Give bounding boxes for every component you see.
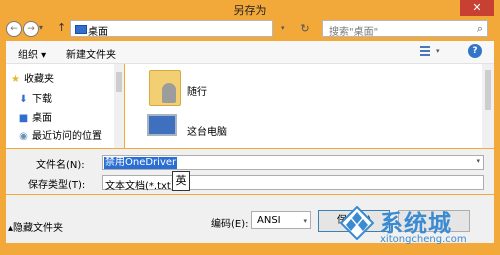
new-folder-button[interactable]: 新建文件夹	[66, 46, 116, 61]
command-bar: 组织 ▾ 新建文件夹 ▾ ?	[6, 41, 494, 64]
address-path: 桌面	[88, 27, 108, 38]
encoding-value: ANSI	[257, 215, 281, 226]
sidebar-item-recent-places[interactable]: ◉ 最近访问的位置	[18, 127, 102, 142]
download-icon: ⬇	[19, 94, 28, 105]
navigation-bar: ← → ▾ ↑ 桌面 ▾ ↻ 搜索"桌面" ⌕	[0, 17, 500, 40]
filename-input[interactable]: 禁用OneDriver ▾	[102, 155, 484, 170]
filetype-value: 文本文档(*.txt)	[105, 181, 175, 192]
person-icon	[162, 83, 176, 103]
encoding-select[interactable]: ANSI ▾	[251, 211, 311, 229]
filename-label: 文件名(N):	[36, 160, 85, 171]
list-item[interactable]: 这台电脑	[125, 108, 482, 152]
sidebar-item-downloads[interactable]: ⬇ 下载	[18, 90, 52, 105]
file-list: 随行 这台电脑	[125, 64, 482, 148]
search-placeholder: 搜索"桌面"	[329, 27, 379, 38]
navigation-scrollbar[interactable]	[114, 64, 124, 148]
watermark-text: 系统城	[380, 211, 452, 237]
desktop-icon: ■	[18, 113, 29, 124]
help-icon[interactable]: ?	[468, 44, 482, 58]
hide-folders-toggle[interactable]: ▴隐藏文件夹	[8, 219, 63, 234]
encoding-dropdown-icon: ▾	[303, 217, 307, 225]
filetype-label: 保存类型(T):	[28, 180, 86, 191]
organize-button[interactable]: 组织 ▾	[18, 46, 46, 61]
back-button[interactable]: ←	[6, 21, 22, 37]
file-name: 这台电脑	[187, 127, 227, 138]
scrollbar-thumb[interactable]	[485, 70, 491, 110]
sidebar-item-label: 最近访问的位置	[32, 131, 102, 142]
recent-places-icon: ◉	[19, 131, 28, 142]
address-bar[interactable]: 桌面	[70, 20, 273, 38]
save-form: 文件名(N): 禁用OneDriver ▾ 保存类型(T): 文本文档(*.tx…	[6, 149, 494, 194]
up-arrow-icon[interactable]: ↑	[57, 21, 66, 34]
desktop-folder-icon	[75, 25, 87, 34]
refresh-icon[interactable]: ↻	[296, 20, 314, 37]
sidebar-item-favorites[interactable]: ★ 收藏夹	[10, 70, 54, 85]
search-input[interactable]: 搜索"桌面" ⌕	[322, 20, 488, 38]
navigation-pane: ★ 收藏夹 ⬇ 下载 ■ 桌面 ◉ 最近访问的位置	[6, 64, 124, 148]
search-icon: ⌕	[476, 22, 483, 35]
file-name: 随行	[187, 87, 207, 98]
list-item[interactable]: 随行	[125, 64, 482, 108]
ime-indicator: 英	[172, 171, 190, 191]
save-as-dialog: 另存为 ✕ ← → ▾ ↑ 桌面 ▾ ↻ 搜索"桌面" ⌕ 组织 ▾ 新建文件夹…	[0, 0, 500, 255]
forward-button[interactable]: →	[23, 21, 39, 37]
filetype-select[interactable]: 文本文档(*.txt)	[102, 175, 484, 192]
close-button[interactable]: ✕	[460, 0, 494, 16]
watermark-url: xitongcheng.com	[380, 234, 467, 245]
computer-icon	[147, 114, 177, 136]
user-folder-icon	[149, 70, 181, 106]
sidebar-item-desktop[interactable]: ■ 桌面	[18, 109, 52, 124]
title-bar: 另存为 ✕	[0, 0, 500, 17]
sidebar-item-label: 桌面	[32, 113, 52, 124]
view-options-icon[interactable]	[420, 46, 430, 56]
sidebar-item-label: 收藏夹	[24, 74, 54, 85]
star-icon: ★	[11, 74, 20, 85]
view-dropdown-icon[interactable]: ▾	[436, 47, 440, 55]
scrollbar-thumb[interactable]	[116, 72, 122, 92]
window-title: 另存为	[233, 4, 267, 17]
file-list-scrollbar[interactable]	[482, 64, 494, 148]
address-dropdown-icon[interactable]: ▾	[281, 24, 285, 32]
filename-dropdown-icon[interactable]: ▾	[476, 157, 480, 165]
hide-folders-label: 隐藏文件夹	[13, 223, 64, 234]
encoding-label: 编码(E):	[211, 219, 249, 230]
recent-locations-dropdown-icon[interactable]: ▾	[39, 23, 43, 32]
filename-value: 禁用OneDriver	[104, 157, 178, 169]
sidebar-item-label: 下载	[32, 94, 52, 105]
watermark-logo-icon	[340, 206, 374, 240]
